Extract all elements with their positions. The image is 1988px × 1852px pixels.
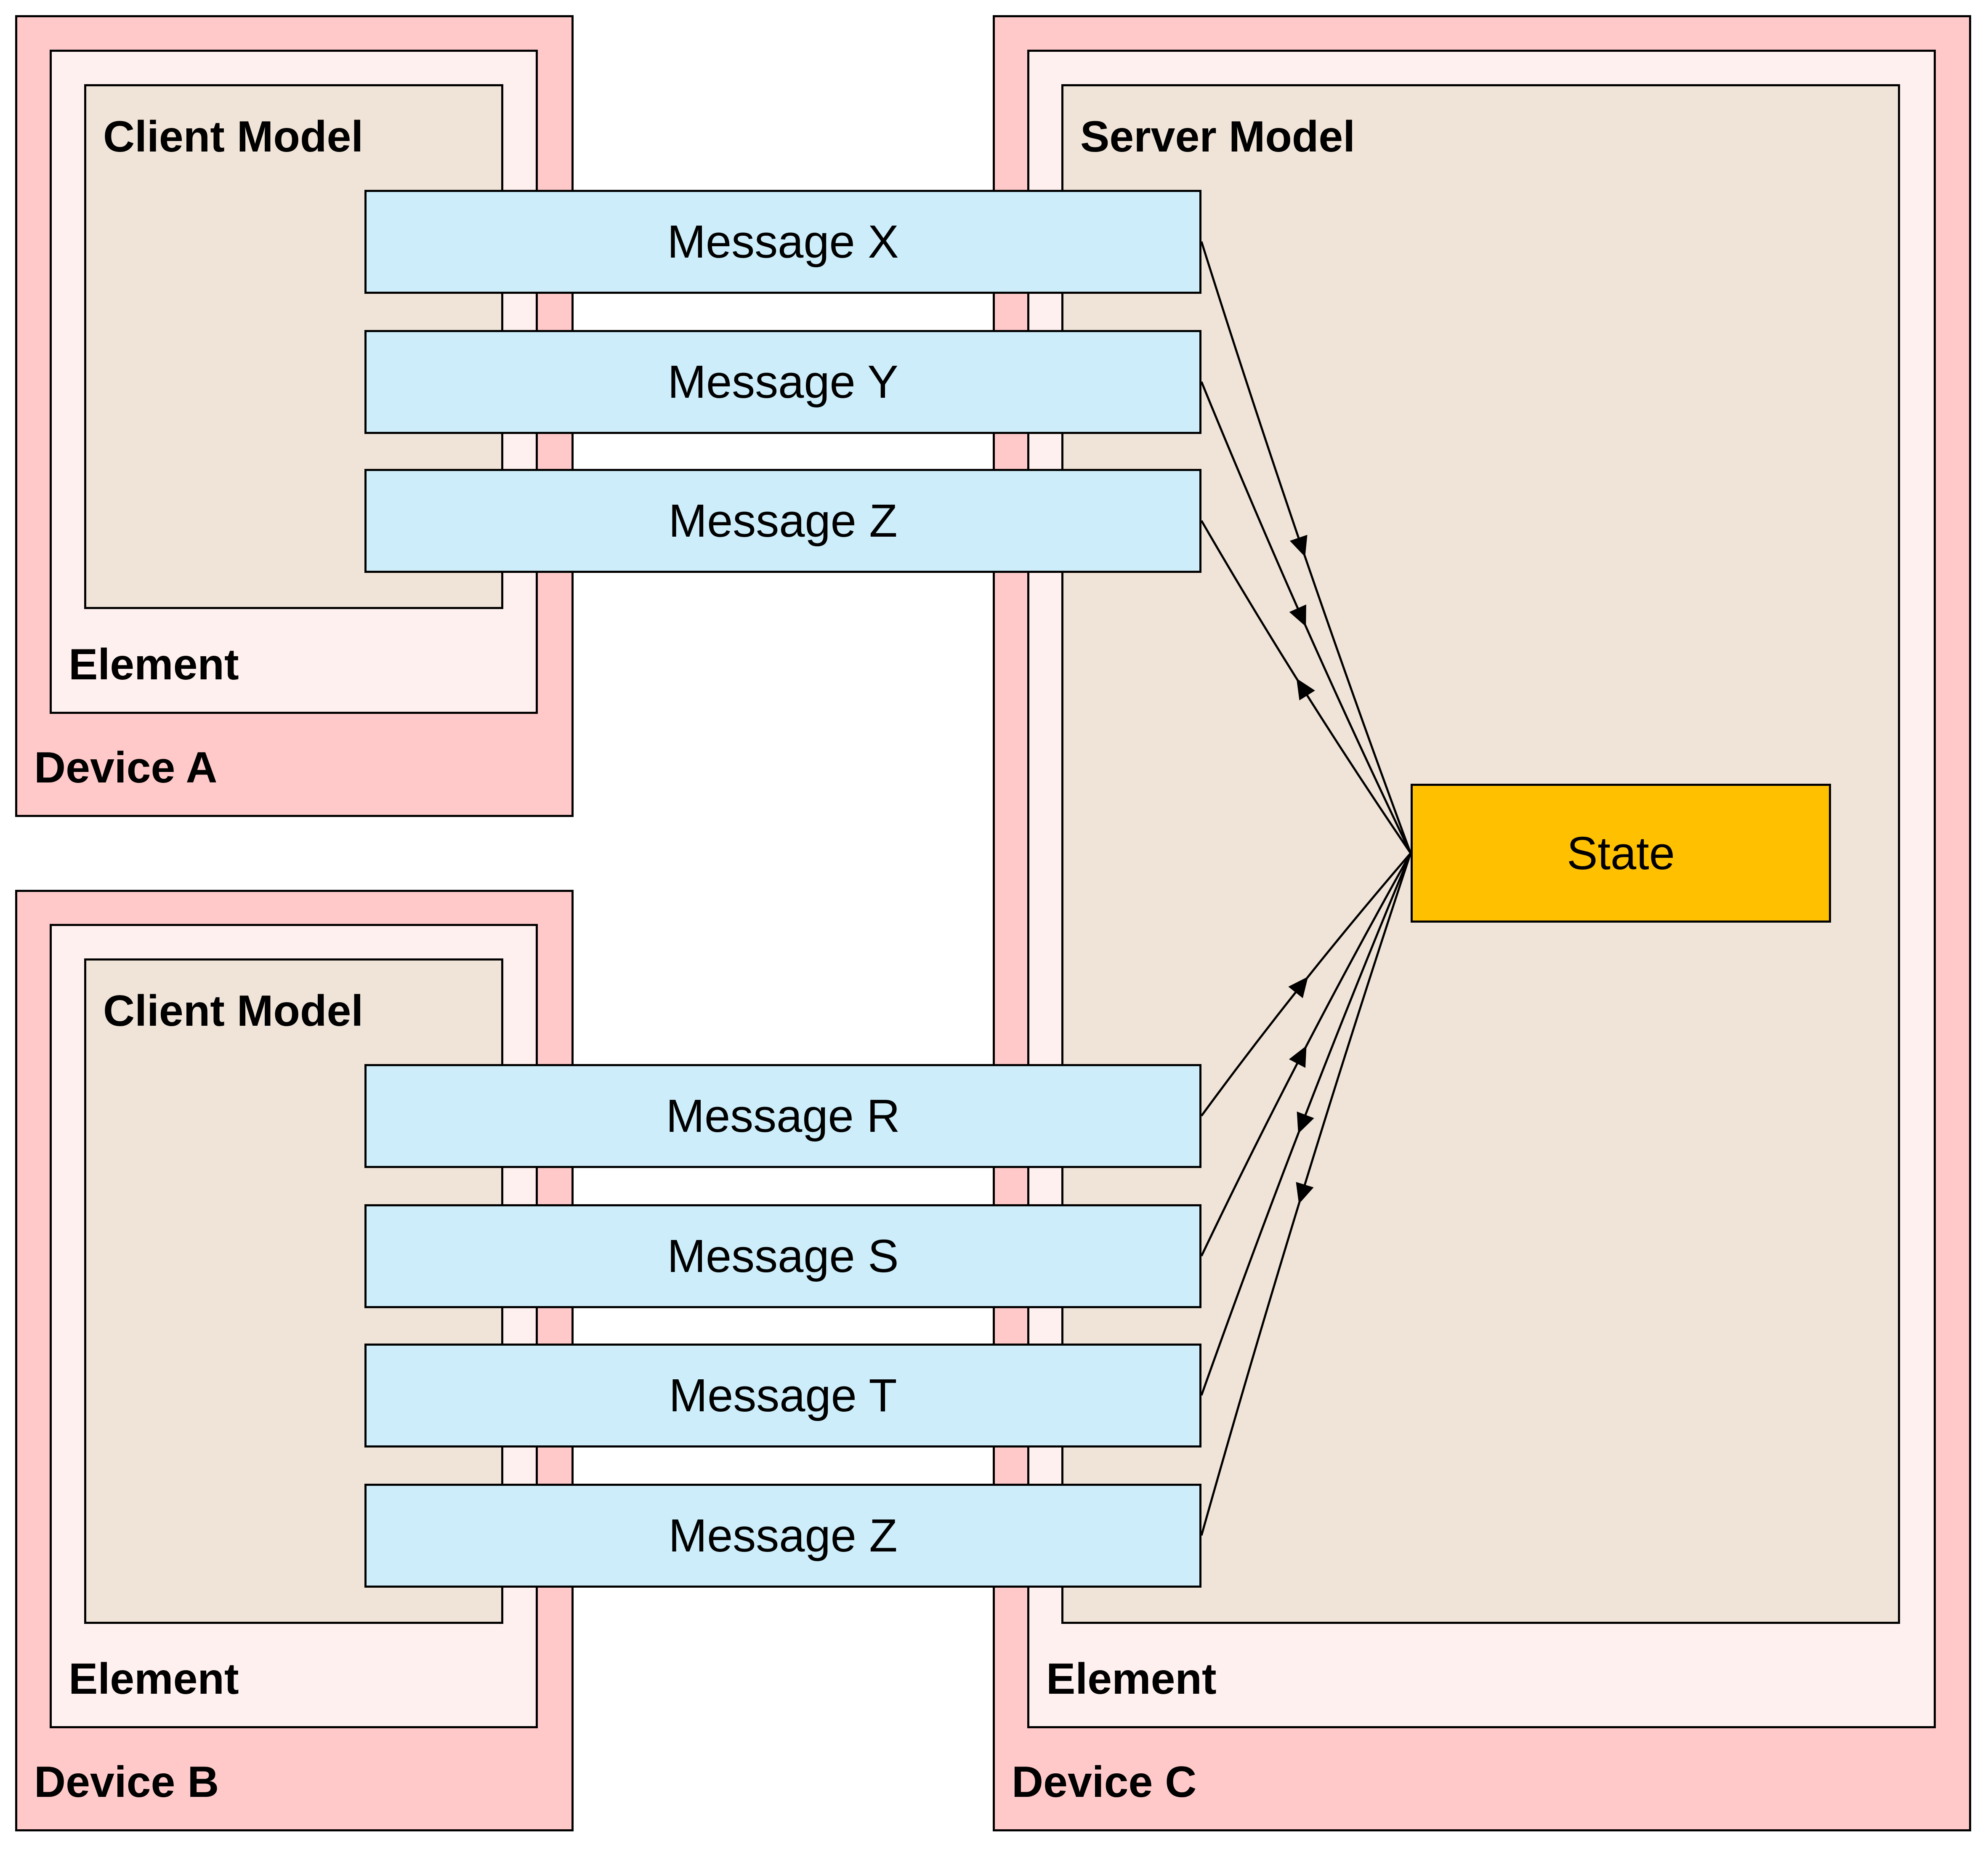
state-box[interactable]: State <box>1411 784 1831 923</box>
message-t[interactable]: Message T <box>364 1344 1201 1448</box>
device-b-label: Device B <box>34 1758 219 1807</box>
message-x[interactable]: Message X <box>364 190 1201 294</box>
device-b-element-label: Element <box>69 1655 239 1703</box>
message-z-a[interactable]: Message Z <box>364 469 1201 573</box>
device-c-label: Device C <box>1012 1758 1197 1807</box>
message-z-b[interactable]: Message Z <box>364 1484 1201 1588</box>
device-a-label: Device A <box>34 743 218 792</box>
device-a-element-label: Element <box>69 640 239 689</box>
device-c-model-label: Server Model <box>1080 112 1355 161</box>
message-r[interactable]: Message R <box>364 1064 1201 1168</box>
device-b-model-label: Client Model <box>103 987 364 1035</box>
device-c-element-label: Element <box>1046 1655 1217 1703</box>
message-s[interactable]: Message S <box>364 1204 1201 1308</box>
message-y[interactable]: Message Y <box>364 330 1201 434</box>
device-a-model-label: Client Model <box>103 112 364 161</box>
